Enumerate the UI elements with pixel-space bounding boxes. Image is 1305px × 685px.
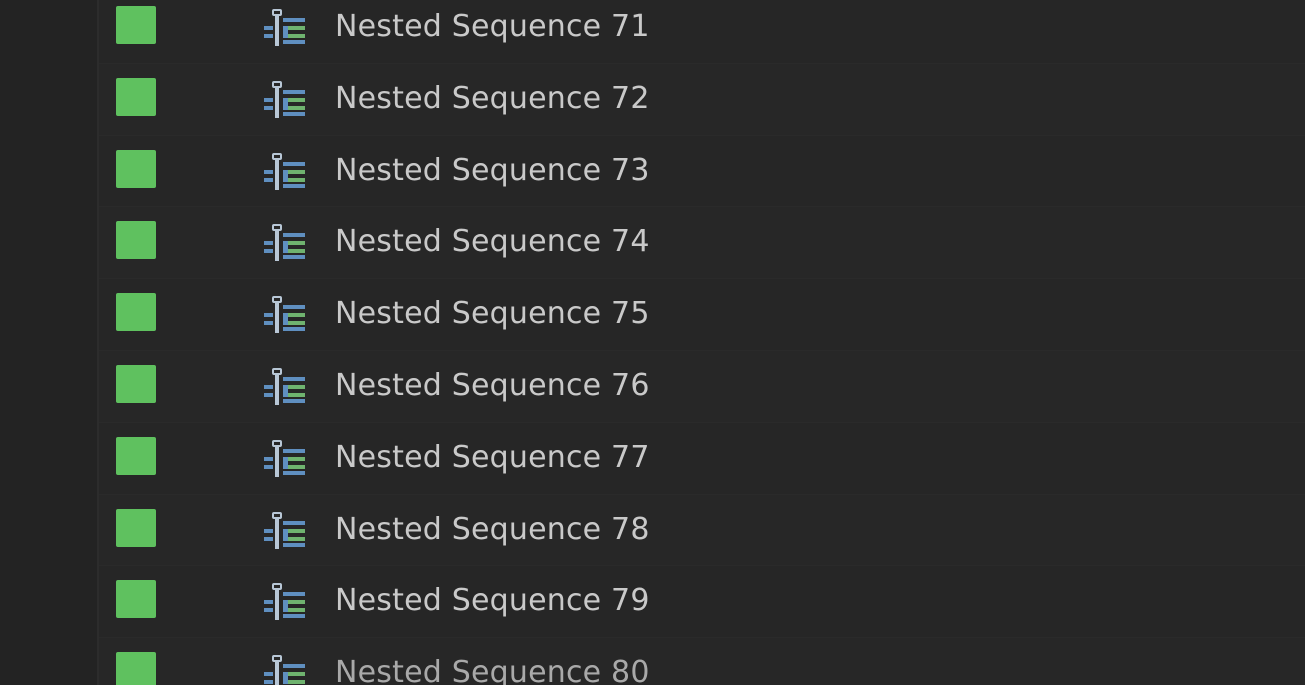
label-color-swatch[interactable]: [116, 149, 156, 188]
list-item[interactable]: Nested Sequence 77: [99, 423, 1305, 495]
label-color-swatch[interactable]: [116, 293, 156, 332]
nested-sequence-icon: [264, 296, 305, 334]
item-name: Nested Sequence 75: [335, 296, 650, 332]
nested-sequence-icon: [264, 583, 305, 621]
label-color-swatch[interactable]: [116, 221, 156, 260]
label-color-swatch[interactable]: [116, 6, 156, 44]
item-name: Nested Sequence 80: [335, 655, 650, 685]
label-color-swatch[interactable]: [116, 364, 156, 403]
label-color-swatch[interactable]: [116, 652, 156, 685]
label-color-swatch[interactable]: [116, 580, 156, 619]
list-item[interactable]: Nested Sequence 79: [99, 566, 1305, 639]
item-name: Nested Sequence 79: [335, 583, 650, 619]
list-item[interactable]: Nested Sequence 75: [99, 279, 1305, 351]
nested-sequence-icon: [264, 439, 305, 477]
project-panel: Nested Sequence 71 Nested Sequence 72 Ne…: [0, 0, 1305, 685]
left-gutter: [0, 0, 97, 685]
label-color-swatch[interactable]: [116, 508, 156, 547]
item-name: Nested Sequence 77: [335, 439, 650, 475]
list-item[interactable]: Nested Sequence 74: [99, 207, 1305, 280]
item-name: Nested Sequence 78: [335, 511, 650, 547]
nested-sequence-icon: [264, 152, 305, 190]
nested-sequence-icon: [264, 9, 305, 46]
nested-sequence-icon: [264, 80, 305, 118]
item-name: Nested Sequence 71: [335, 9, 650, 44]
list-item[interactable]: Nested Sequence 76: [99, 350, 1305, 423]
nested-sequence-icon: [264, 224, 305, 262]
list-item[interactable]: Nested Sequence 73: [99, 136, 1305, 208]
item-name: Nested Sequence 76: [335, 367, 650, 403]
nested-sequence-icon: [264, 655, 305, 685]
label-color-swatch[interactable]: [116, 436, 156, 475]
list-item[interactable]: Nested Sequence 80: [99, 638, 1305, 685]
label-color-swatch[interactable]: [116, 77, 156, 116]
item-name: Nested Sequence 72: [335, 80, 650, 116]
nested-sequence-icon: [264, 367, 305, 405]
list-item[interactable]: Nested Sequence 72: [99, 63, 1305, 136]
item-name: Nested Sequence 73: [335, 152, 650, 188]
nested-sequence-icon: [264, 511, 305, 549]
project-item-list: Nested Sequence 71 Nested Sequence 72 Ne…: [99, 0, 1305, 685]
item-name: Nested Sequence 74: [335, 224, 650, 260]
list-item[interactable]: Nested Sequence 78: [99, 494, 1305, 567]
list-item[interactable]: Nested Sequence 71: [99, 0, 1305, 64]
